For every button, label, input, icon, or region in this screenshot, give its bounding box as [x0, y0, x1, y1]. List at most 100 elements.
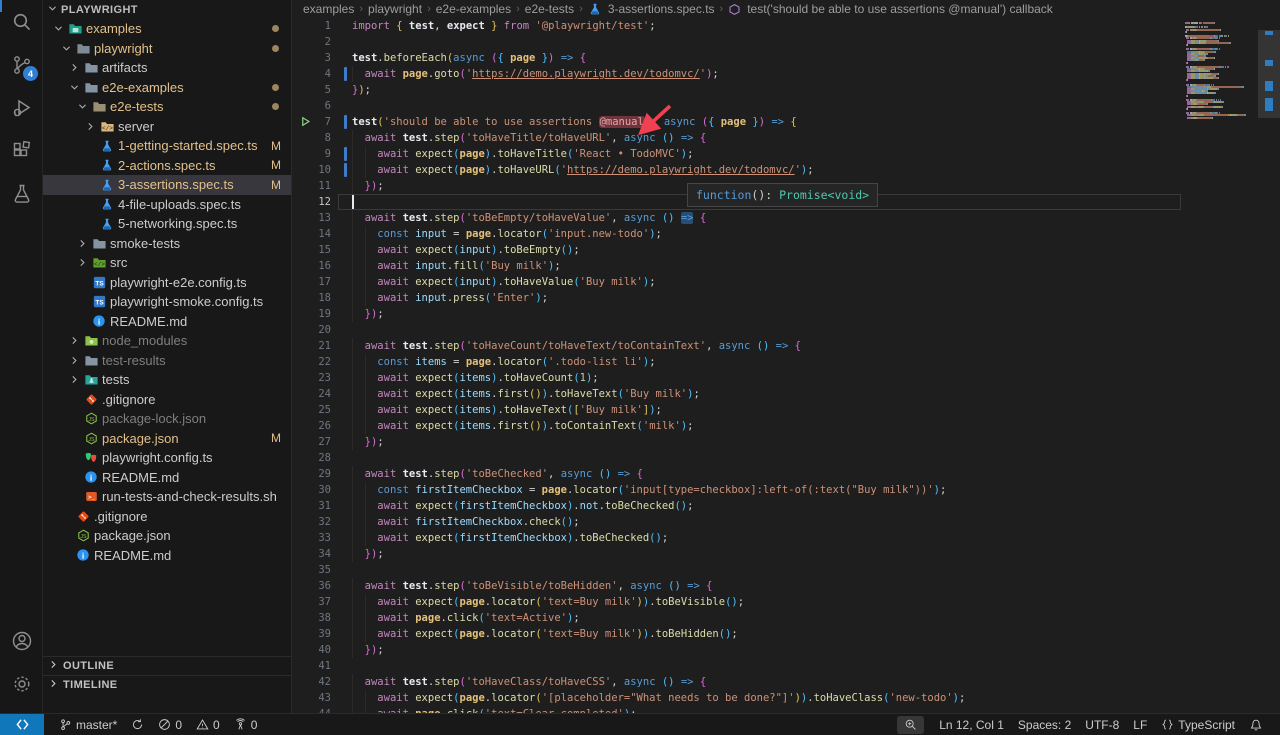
tree-item-1-getting-started.spec.ts[interactable]: 1-getting-started.spec.tsM — [43, 136, 291, 156]
activitybar-run-debug-icon[interactable] — [0, 86, 43, 129]
statusbar-notifications[interactable] — [1242, 714, 1270, 735]
code-line-20[interactable]: 20 — [293, 322, 1280, 338]
tree-item-playwright-smoke.config.ts[interactable]: TSplaywright-smoke.config.ts — [43, 292, 291, 312]
tree-item-server[interactable]: </>server — [43, 117, 291, 137]
statusbar-encoding[interactable]: UTF-8 — [1078, 714, 1126, 735]
tree-item-playwright-e2e.config.ts[interactable]: TSplaywright-e2e.config.ts — [43, 273, 291, 293]
code-line-4[interactable]: 4 await page.goto('https://demo.playwrig… — [293, 66, 1280, 82]
breadcrumb-item[interactable]: playwright — [368, 2, 422, 16]
tree-item-test-results[interactable]: test-results — [43, 351, 291, 371]
code-area[interactable]: 1import { test, expect } from '@playwrig… — [293, 18, 1280, 713]
statusbar-language-mode[interactable]: TypeScript — [1154, 714, 1242, 735]
code-line-29[interactable]: 29 await test.step('toBeChecked', async … — [293, 466, 1280, 482]
code-line-24[interactable]: 24 await expect(items.first()).toHaveTex… — [293, 386, 1280, 402]
code-line-7[interactable]: 7test('should be able to use assertions … — [293, 114, 1280, 130]
code-line-32[interactable]: 32 await firstItemCheckbox.check(); — [293, 514, 1280, 530]
tree-item-e2e-tests[interactable]: e2e-tests — [43, 97, 291, 117]
activitybar-testing-icon[interactable] — [0, 172, 43, 215]
tree-item-readme.md[interactable]: iREADME.md — [43, 468, 291, 488]
tree-item-package-lock.json[interactable]: JSpackage-lock.json — [43, 409, 291, 429]
code-line-40[interactable]: 40 }); — [293, 642, 1280, 658]
tree-item-playwright.config.ts[interactable]: playwright.config.ts — [43, 448, 291, 468]
activitybar-source-control-icon[interactable]: 4 — [0, 43, 43, 86]
activitybar-extensions-icon[interactable] — [0, 129, 43, 172]
tree-item-node-modules[interactable]: node_modules — [43, 331, 291, 351]
code-line-31[interactable]: 31 await expect(firstItemCheckbox).not.t… — [293, 498, 1280, 514]
code-line-28[interactable]: 28 — [293, 450, 1280, 466]
code-line-39[interactable]: 39 await expect(page.locator('text=Buy m… — [293, 626, 1280, 642]
code-line-41[interactable]: 41 — [293, 658, 1280, 674]
tree-item-examples[interactable]: examples — [43, 19, 291, 39]
code-line-44[interactable]: 44 await page.click('text=Clear complete… — [293, 706, 1280, 713]
tree-item-src[interactable]: </>src — [43, 253, 291, 273]
statusbar-zoom[interactable] — [897, 716, 924, 734]
statusbar-remote[interactable] — [0, 714, 44, 735]
code-line-25[interactable]: 25 await expect(items).toHaveText(['Buy … — [293, 402, 1280, 418]
code-line-27[interactable]: 27 }); — [293, 434, 1280, 450]
tree-item-run-tests-and-check-results.sh[interactable]: >_run-tests-and-check-results.sh — [43, 487, 291, 507]
tree-item-readme.md[interactable]: iREADME.md — [43, 546, 291, 566]
breadcrumb-item[interactable]: 3-assertions.spec.ts — [588, 2, 715, 16]
tree-item-artifacts[interactable]: artifacts — [43, 58, 291, 78]
tree-item-3-assertions.spec.ts[interactable]: 3-assertions.spec.tsM — [43, 175, 291, 195]
tree-item-tests[interactable]: tests — [43, 370, 291, 390]
code-line-22[interactable]: 22 const items = page.locator('.todo-lis… — [293, 354, 1280, 370]
editor-scrollbar[interactable] — [1258, 18, 1280, 713]
tree-item-5-networking.spec.ts[interactable]: 5-networking.spec.ts — [43, 214, 291, 234]
breadcrumb-item[interactable]: e2e-examples — [436, 2, 511, 16]
code-line-10[interactable]: 10 await expect(page).toHaveURL('https:/… — [293, 162, 1280, 178]
tree-item-package.json[interactable]: JSpackage.json — [43, 526, 291, 546]
tree-item-.gitignore[interactable]: .gitignore — [43, 507, 291, 527]
code-line-21[interactable]: 21 await test.step('toHaveCount/toHaveTe… — [293, 338, 1280, 354]
statusbar-warnings[interactable]: 0 — [189, 714, 227, 735]
breadcrumb-item[interactable]: test('should be able to use assertions @… — [728, 2, 1053, 16]
tree-item-.gitignore[interactable]: .gitignore — [43, 390, 291, 410]
tree-item-playwright[interactable]: playwright — [43, 39, 291, 59]
code-line-15[interactable]: 15 await expect(input).toBeEmpty(); — [293, 242, 1280, 258]
statusbar-cursor-position[interactable]: Ln 12, Col 1 — [932, 714, 1011, 735]
tree-item-e2e-examples[interactable]: e2e-examples — [43, 78, 291, 98]
activitybar-account-icon[interactable] — [0, 619, 43, 662]
statusbar-ports[interactable]: 0 — [227, 714, 265, 735]
code-line-5[interactable]: 5}); — [293, 82, 1280, 98]
sidebar-section-header[interactable]: PLAYWRIGHT — [43, 0, 291, 19]
code-line-19[interactable]: 19 }); — [293, 306, 1280, 322]
code-line-9[interactable]: 9 await expect(page).toHaveTitle('React … — [293, 146, 1280, 162]
statusbar-errors[interactable]: 0 — [151, 714, 189, 735]
code-line-6[interactable]: 6 — [293, 98, 1280, 114]
tree-item-package.json[interactable]: JSpackage.jsonM — [43, 429, 291, 449]
activitybar-search-icon[interactable] — [0, 0, 43, 43]
code-line-23[interactable]: 23 await expect(items).toHaveCount(1); — [293, 370, 1280, 386]
activitybar-settings-icon[interactable] — [0, 662, 43, 705]
statusbar-indentation[interactable]: Spaces: 2 — [1011, 714, 1078, 735]
timeline-panel-header[interactable]: TIMELINE — [43, 675, 291, 694]
code-line-42[interactable]: 42 await test.step('toHaveClass/toHaveCS… — [293, 674, 1280, 690]
tree-item-smoke-tests[interactable]: smoke-tests — [43, 234, 291, 254]
statusbar-sync[interactable] — [124, 714, 151, 735]
code-line-16[interactable]: 16 await input.fill('Buy milk'); — [293, 258, 1280, 274]
code-line-37[interactable]: 37 await expect(page.locator('text=Buy m… — [293, 594, 1280, 610]
tree-item-4-file-uploads.spec.ts[interactable]: 4-file-uploads.spec.ts — [43, 195, 291, 215]
breadcrumb-item[interactable]: e2e-tests — [525, 2, 574, 16]
statusbar-git-branch[interactable]: master* — [52, 714, 124, 735]
code-line-17[interactable]: 17 await expect(input).toHaveValue('Buy … — [293, 274, 1280, 290]
code-line-8[interactable]: 8 await test.step('toHaveTitle/toHaveURL… — [293, 130, 1280, 146]
code-line-1[interactable]: 1import { test, expect } from '@playwrig… — [293, 18, 1280, 34]
code-line-33[interactable]: 33 await expect(firstItemCheckbox).toBeC… — [293, 530, 1280, 546]
code-line-18[interactable]: 18 await input.press('Enter'); — [293, 290, 1280, 306]
breadcrumb-item[interactable]: examples — [303, 2, 354, 16]
code-line-35[interactable]: 35 — [293, 562, 1280, 578]
outline-panel-header[interactable]: OUTLINE — [43, 656, 291, 675]
code-line-30[interactable]: 30 const firstItemCheckbox = page.locato… — [293, 482, 1280, 498]
code-line-2[interactable]: 2 — [293, 34, 1280, 50]
code-line-3[interactable]: 3test.beforeEach(async ({ page }) => { — [293, 50, 1280, 66]
code-line-14[interactable]: 14 const input = page.locator('input.new… — [293, 226, 1280, 242]
code-line-43[interactable]: 43 await expect(page.locator('[placehold… — [293, 690, 1280, 706]
code-line-34[interactable]: 34 }); — [293, 546, 1280, 562]
tree-item-2-actions.spec.ts[interactable]: 2-actions.spec.tsM — [43, 156, 291, 176]
code-line-26[interactable]: 26 await expect(items.first()).toContain… — [293, 418, 1280, 434]
code-line-38[interactable]: 38 await page.click('text=Active'); — [293, 610, 1280, 626]
code-line-36[interactable]: 36 await test.step('toBeVisible/toBeHidd… — [293, 578, 1280, 594]
tree-item-readme.md[interactable]: iREADME.md — [43, 312, 291, 332]
code-line-13[interactable]: 13 await test.step('toBeEmpty/toHaveValu… — [293, 210, 1280, 226]
